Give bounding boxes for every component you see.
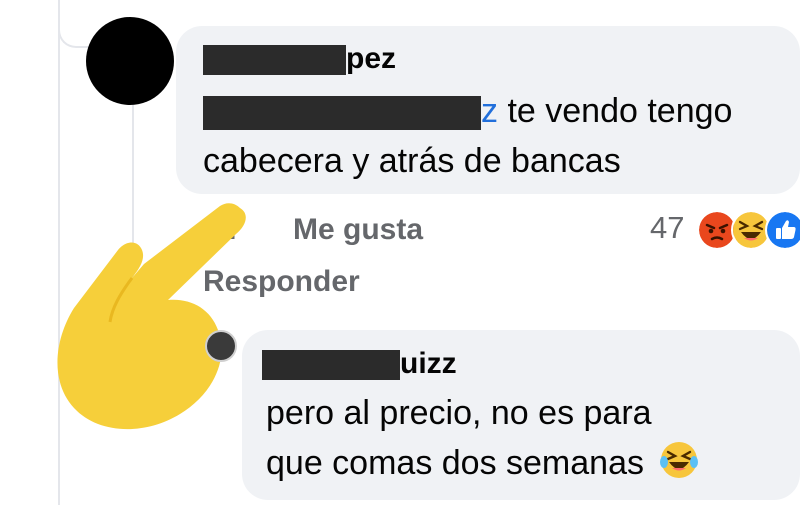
- redaction-block: [203, 96, 481, 131]
- like-icon: [765, 210, 800, 250]
- redaction-block: [262, 350, 400, 381]
- reply-author[interactable]: uizz: [262, 347, 457, 381]
- like-button[interactable]: Me gusta: [293, 213, 423, 247]
- laugh-cry-icon: [660, 442, 699, 478]
- redaction-block: [203, 45, 328, 76]
- reply-avatar[interactable]: [205, 330, 237, 362]
- comment-text: z te vendo tengo cabecera y atrás de ban…: [203, 92, 733, 180]
- pointing-hand-icon: [57, 203, 246, 430]
- avatar[interactable]: [86, 17, 174, 105]
- reaction-icons[interactable]: [697, 210, 800, 250]
- reply-text: pero al precio, no es para que comas dos…: [266, 388, 786, 488]
- comment-author[interactable]: pez: [203, 42, 396, 76]
- reaction-count[interactable]: 47: [650, 210, 684, 246]
- mention-link[interactable]: z: [481, 92, 498, 130]
- redaction-block: [328, 45, 346, 76]
